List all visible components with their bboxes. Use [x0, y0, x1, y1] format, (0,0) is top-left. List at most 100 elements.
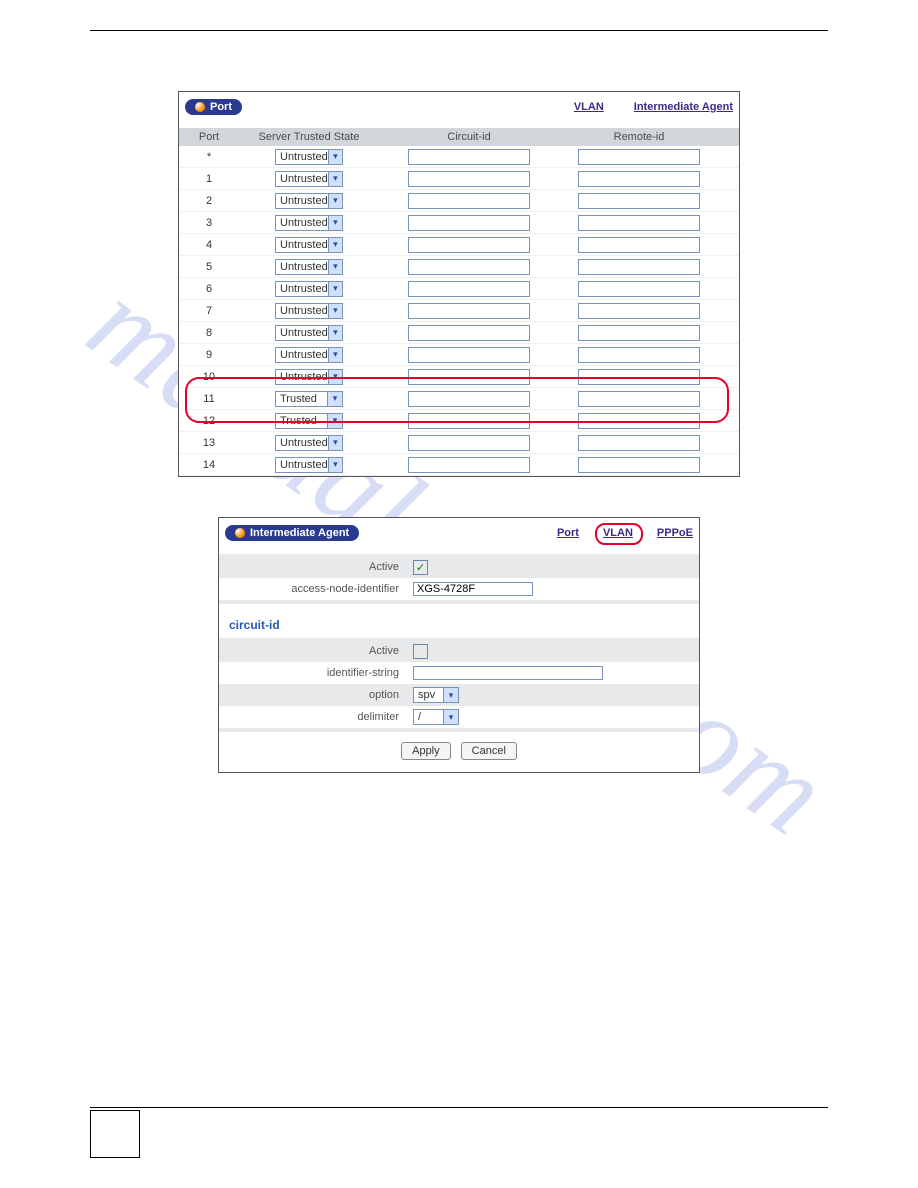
agent-panel-bar: Intermediate Agent Port VLAN PPPoE: [219, 518, 699, 548]
delimiter-select[interactable]: / ▾: [413, 709, 459, 725]
trusted-state-select[interactable]: Untrusted▾: [275, 193, 343, 209]
header-port: Port: [179, 131, 239, 143]
cancel-button[interactable]: Cancel: [461, 742, 517, 760]
circuit-active-checkbox[interactable]: [413, 644, 428, 659]
circuit-id-input[interactable]: [408, 193, 530, 209]
trusted-state-select[interactable]: Untrusted▾: [275, 325, 343, 341]
agent-pill-label: Intermediate Agent: [250, 527, 349, 539]
nav-pppoe-link[interactable]: PPPoE: [657, 527, 693, 539]
ani-row: access-node-identifier: [219, 578, 699, 600]
remote-id-input[interactable]: [578, 391, 700, 407]
trusted-state-select[interactable]: Untrusted▾: [275, 259, 343, 275]
chevron-down-icon: ▾: [328, 304, 342, 318]
circuit-id-input[interactable]: [408, 347, 530, 363]
port-cell: 4: [179, 239, 239, 251]
circuit-id-cell: [379, 259, 559, 275]
remote-id-input[interactable]: [578, 193, 700, 209]
remote-id-input[interactable]: [578, 457, 700, 473]
remote-id-input[interactable]: [578, 237, 700, 253]
trusted-state-select[interactable]: Untrusted▾: [275, 457, 343, 473]
circuit-id-input[interactable]: [408, 303, 530, 319]
chevron-down-icon: ▾: [328, 260, 342, 274]
chevron-down-icon: ▾: [328, 458, 342, 472]
remote-id-input[interactable]: [578, 171, 700, 187]
option-select[interactable]: spv ▾: [413, 687, 459, 703]
chevron-down-icon: ▾: [328, 348, 342, 362]
trusted-state-select[interactable]: Untrusted▾: [275, 435, 343, 451]
trusted-state-value: Untrusted: [280, 371, 328, 383]
trusted-state-select[interactable]: Untrusted▾: [275, 369, 343, 385]
trusted-state-select[interactable]: Untrusted▾: [275, 303, 343, 319]
circuit-id-input[interactable]: [408, 391, 530, 407]
circuit-id-input[interactable]: [408, 259, 530, 275]
circuit-id-input[interactable]: [408, 457, 530, 473]
table-row: 11Trusted▾: [179, 388, 739, 410]
bottom-divider: [90, 1107, 828, 1108]
ani-input[interactable]: [413, 582, 533, 596]
port-cell: 13: [179, 437, 239, 449]
trusted-state-select[interactable]: Untrusted▾: [275, 215, 343, 231]
chevron-down-icon: ▾: [328, 282, 342, 296]
chevron-down-icon: ▾: [328, 370, 342, 384]
chevron-down-icon: ▾: [328, 238, 342, 252]
nav-vlan-link[interactable]: VLAN: [574, 101, 604, 113]
identifier-string-input[interactable]: [413, 666, 603, 680]
trusted-state-select[interactable]: Trusted ▾: [275, 413, 343, 429]
chevron-down-icon: ▾: [327, 414, 342, 428]
circuit-id-input[interactable]: [408, 171, 530, 187]
remote-id-cell: [559, 435, 719, 451]
pill-dot-icon: [195, 102, 205, 112]
chevron-down-icon: ▾: [328, 326, 342, 340]
circuit-id-input[interactable]: [408, 325, 530, 341]
remote-id-input[interactable]: [578, 303, 700, 319]
circuit-id-input[interactable]: [408, 215, 530, 231]
remote-id-input[interactable]: [578, 281, 700, 297]
remote-id-input[interactable]: [578, 413, 700, 429]
trusted-state-select[interactable]: Untrusted▾: [275, 149, 343, 165]
trusted-state-value: Trusted: [280, 393, 317, 405]
chevron-down-icon: ▾: [328, 216, 342, 230]
remote-id-input[interactable]: [578, 325, 700, 341]
remote-id-input[interactable]: [578, 259, 700, 275]
table-row: 5Untrusted▾: [179, 256, 739, 278]
trusted-state-value: Untrusted: [280, 151, 328, 163]
header-state: Server Trusted State: [239, 131, 379, 143]
nav-vlan-link[interactable]: VLAN: [603, 527, 633, 539]
nav-intermediate-agent-link[interactable]: Intermediate Agent: [634, 101, 733, 113]
trusted-state-value: Trusted: [280, 415, 317, 427]
trusted-state-value: Untrusted: [280, 283, 328, 295]
circuit-id-cell: [379, 171, 559, 187]
circuit-id-input[interactable]: [408, 281, 530, 297]
circuit-id-cell: [379, 303, 559, 319]
port-cell: 9: [179, 349, 239, 361]
circuit-id-cell: [379, 347, 559, 363]
circuit-id-input[interactable]: [408, 413, 530, 429]
state-cell: Untrusted▾: [239, 171, 379, 187]
circuit-id-input[interactable]: [408, 237, 530, 253]
apply-button[interactable]: Apply: [401, 742, 451, 760]
circuit-id-input[interactable]: [408, 149, 530, 165]
table-row: *Untrusted▾: [179, 146, 739, 168]
remote-id-input[interactable]: [578, 347, 700, 363]
trusted-state-value: Untrusted: [280, 459, 328, 471]
remote-id-input[interactable]: [578, 149, 700, 165]
trusted-state-select[interactable]: Untrusted▾: [275, 171, 343, 187]
trusted-state-select[interactable]: Untrusted▾: [275, 237, 343, 253]
trusted-state-value: Untrusted: [280, 261, 328, 273]
trusted-state-select[interactable]: Trusted▾: [275, 391, 343, 407]
circuit-id-input[interactable]: [408, 369, 530, 385]
circuit-id-input[interactable]: [408, 435, 530, 451]
remote-id-cell: [559, 303, 719, 319]
circuit-idstr-label: identifier-string: [219, 667, 413, 679]
trusted-state-select[interactable]: Untrusted▾: [275, 347, 343, 363]
active-checkbox[interactable]: ✓: [413, 560, 428, 575]
trusted-state-value: Untrusted: [280, 173, 328, 185]
remote-id-input[interactable]: [578, 435, 700, 451]
nav-port-link[interactable]: Port: [557, 527, 579, 539]
port-cell: 7: [179, 305, 239, 317]
remote-id-input[interactable]: [578, 215, 700, 231]
port-panel-bar: Port VLAN Intermediate Agent: [179, 92, 739, 122]
state-cell: Untrusted▾: [239, 193, 379, 209]
remote-id-input[interactable]: [578, 369, 700, 385]
trusted-state-select[interactable]: Untrusted▾: [275, 281, 343, 297]
